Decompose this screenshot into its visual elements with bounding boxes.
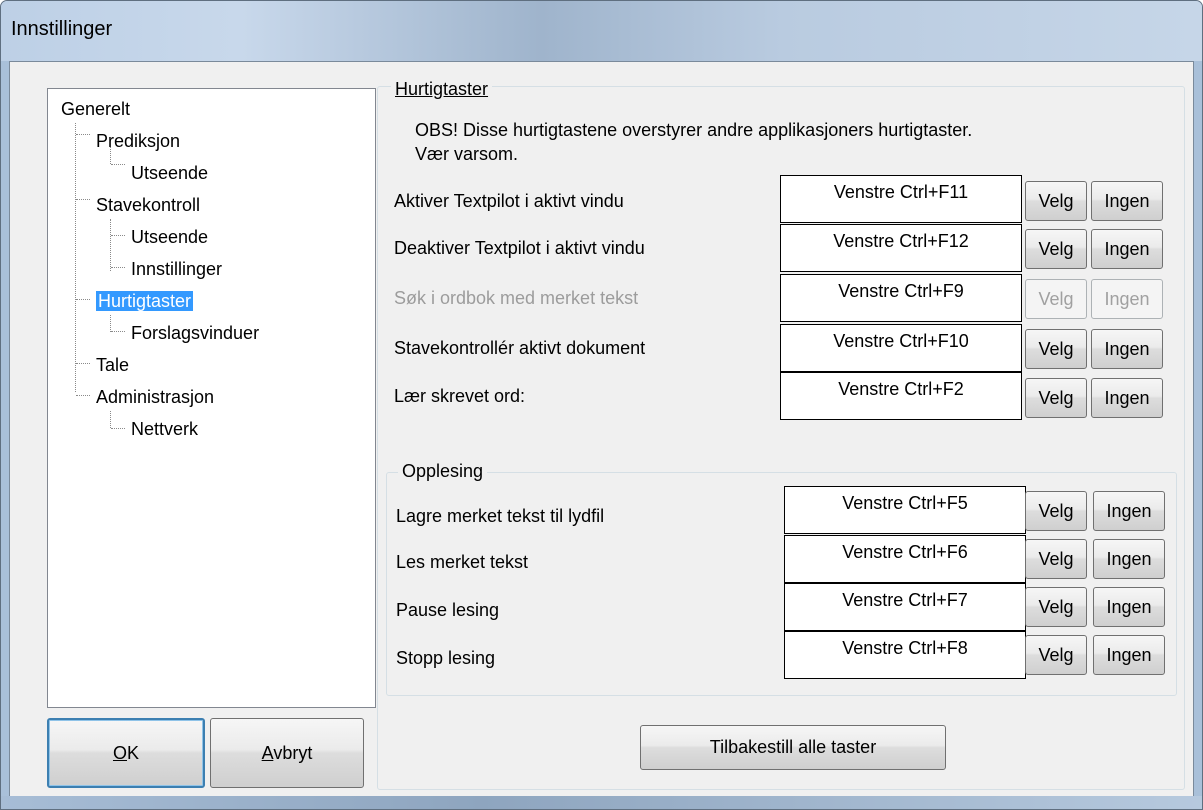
tree-item-tale[interactable]: Tale [96,353,129,377]
select-button-save-audio[interactable]: Velg [1025,491,1087,531]
clear-button-save-audio[interactable]: Ingen [1093,491,1165,531]
reset-all-button[interactable]: Tilbakestill alle taster [640,725,946,770]
ok-button[interactable]: OK [47,718,205,788]
hotkey-field-pause-reading[interactable]: Venstre Ctrl+F7 [784,583,1026,631]
hotkey-label-save-audio: Lagre merket tekst til lydfil [396,506,605,526]
select-button-activate[interactable]: Velg [1025,181,1087,221]
hotkey-label-learn-word: Lær skrevet ord: [394,386,526,406]
hotkey-label-deactivate: Deaktiver Textpilot i aktivt vindu [394,238,645,258]
reading-group-title: Opplesing [398,460,488,482]
hotkey-field-stop-reading[interactable]: Venstre Ctrl+F8 [784,631,1026,679]
select-button-spellcheck[interactable]: Velg [1025,329,1087,369]
tree-item-administrasjon[interactable]: Administrasjon [96,385,214,409]
tree-item-forslagsvinduer[interactable]: Forslagsvinduer [131,321,259,345]
window-frame-bottom [1,796,1202,809]
select-button-learn-word[interactable]: Velg [1025,378,1087,418]
hotkey-field-learn-word[interactable]: Venstre Ctrl+F2 [780,372,1022,420]
clear-button-spellcheck[interactable]: Ingen [1091,329,1163,369]
tree-item-nettverk[interactable]: Nettverk [131,417,198,441]
select-button-read-text[interactable]: Velg [1025,539,1087,579]
select-button-pause-reading[interactable]: Velg [1025,587,1087,627]
tree-item-prediksjon[interactable]: Prediksjon [96,129,180,153]
clear-button-read-text[interactable]: Ingen [1093,539,1165,579]
cancel-button[interactable]: Avbryt [210,718,364,788]
tree-item-innstillinger[interactable]: Innstillinger [131,257,222,281]
hotkey-field-save-audio[interactable]: Venstre Ctrl+F5 [784,486,1026,534]
hotkey-label-spellcheck: Stavekontrollér aktivt dokument [394,338,646,358]
tree-item-stavekontroll-utseende[interactable]: Utseende [131,225,208,249]
select-button-stop-reading[interactable]: Velg [1025,635,1087,675]
hotkey-field-deactivate[interactable]: Venstre Ctrl+F12 [780,224,1022,272]
hotkey-label-read-text: Les merket tekst [396,552,529,572]
hotkey-field-activate[interactable]: Venstre Ctrl+F11 [780,175,1022,223]
clear-button-dictionary-search: Ingen [1091,279,1163,319]
hotkey-field-dictionary-search[interactable]: Venstre Ctrl+F9 [780,274,1022,322]
clear-button-learn-word[interactable]: Ingen [1091,378,1163,418]
hotkey-field-read-text[interactable]: Venstre Ctrl+F6 [784,535,1026,583]
hotkey-label-dictionary-search: Søk i ordbok med merket tekst [394,288,639,308]
hotkey-label-stop-reading: Stopp lesing [396,648,496,668]
tree-item-prediksjon-utseende[interactable]: Utseende [131,161,208,185]
hotkeys-notice: OBS! Disse hurtigtastene overstyrer andr… [415,120,973,164]
clear-button-activate[interactable]: Ingen [1091,181,1163,221]
hotkey-field-spellcheck[interactable]: Venstre Ctrl+F10 [780,324,1022,372]
clear-button-deactivate[interactable]: Ingen [1091,229,1163,269]
hotkey-label-pause-reading: Pause lesing [396,600,500,620]
hotkey-label-activate: Aktiver Textpilot i aktivt vindu [394,191,624,211]
tree-item-stavekontroll[interactable]: Stavekontroll [96,193,200,217]
clear-button-pause-reading[interactable]: Ingen [1093,587,1165,627]
tree-item-hurtigtaster[interactable]: Hurtigtaster [96,289,194,313]
title-bar[interactable]: Innstillinger [1,1,1202,61]
window-title: Innstillinger [11,18,113,40]
hotkeys-title: Hurtigtaster [395,79,489,99]
tree-item-generelt[interactable]: Generelt [61,97,130,121]
dialog-client-area: Generelt Prediksjon Utseende Stavekontro… [9,61,1194,797]
settings-window: Innstillinger Generelt Prediksjon Utseen… [0,0,1203,810]
select-button-deactivate[interactable]: Velg [1025,229,1087,269]
select-button-dictionary-search: Velg [1025,279,1087,319]
settings-tree[interactable]: Generelt Prediksjon Utseende Stavekontro… [47,88,376,708]
clear-button-stop-reading[interactable]: Ingen [1093,635,1165,675]
